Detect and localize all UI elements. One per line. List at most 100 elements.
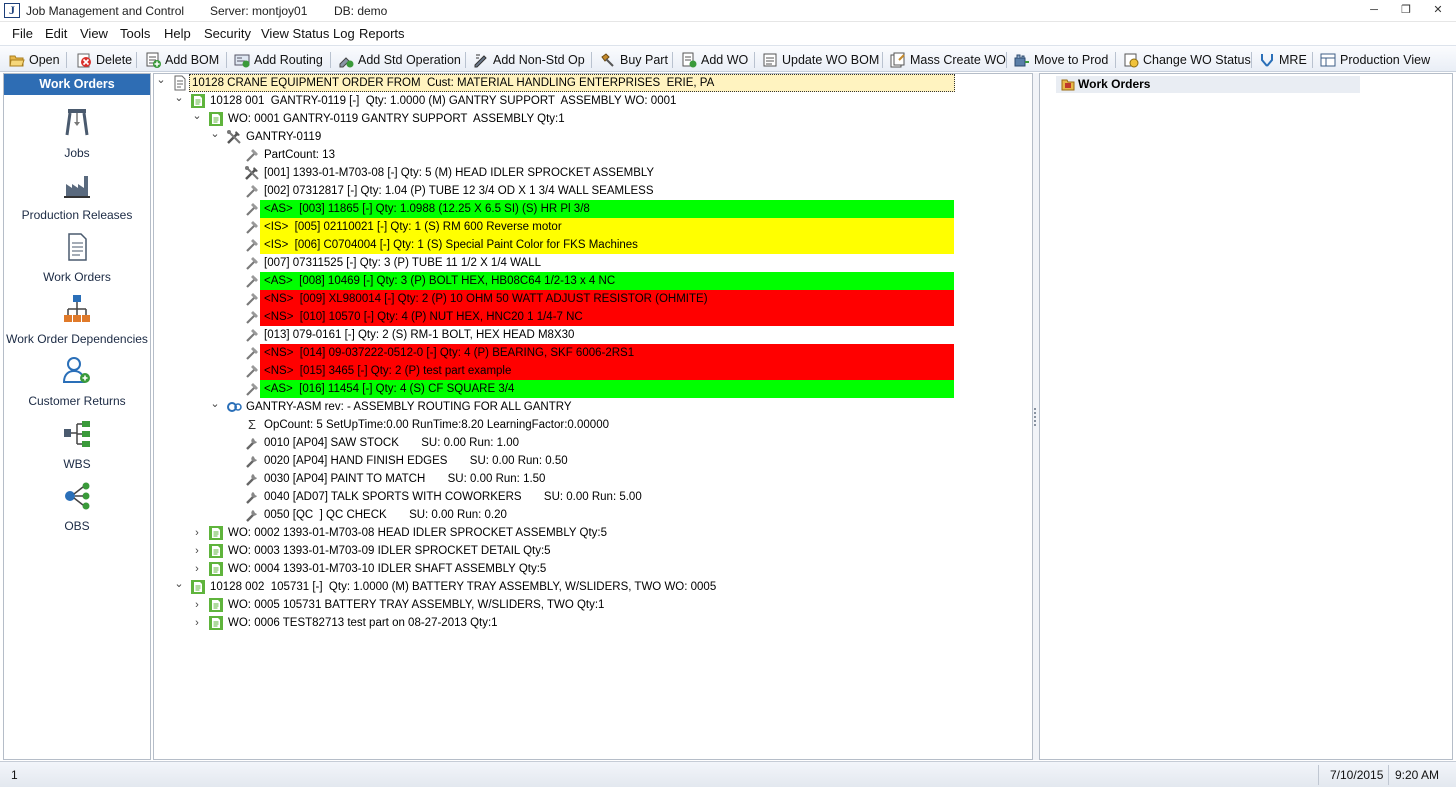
- nav-work-order-dependencies[interactable]: Work Order Dependencies: [4, 290, 150, 348]
- tree-row[interactable]: <AS> [008] 10469 [-] Qty: 3 (P) BOLT HEX…: [154, 272, 1032, 290]
- add-std-operation-button[interactable]: Add Std Operation: [338, 50, 461, 69]
- change-wo-status-button[interactable]: Change WO Status: [1123, 50, 1251, 69]
- tree-row[interactable]: <IS> [006] C0704004 [-] Qty: 1 (S) Speci…: [154, 236, 1032, 254]
- update-wo-bom-button[interactable]: Update WO BOM: [762, 50, 879, 69]
- tree-row[interactable]: [001] 1393-01-M703-08 [-] Qty: 5 (M) HEA…: [154, 164, 1032, 182]
- menu-file[interactable]: File: [12, 26, 33, 41]
- window-title: Job Management and Control: [26, 4, 185, 18]
- restore-button[interactable]: ❐: [1394, 2, 1418, 19]
- tree-row[interactable]: <NS> [010] 10570 [-] Qty: 4 (P) NUT HEX,…: [154, 308, 1032, 326]
- tree-row[interactable]: 0030 [AP04] PAINT TO MATCH SU: 0.00 Run:…: [154, 470, 1032, 488]
- nav-obs[interactable]: OBS: [4, 477, 150, 535]
- toolbar-separator: [226, 52, 227, 68]
- nav-production-releases[interactable]: Production Releases: [4, 166, 150, 224]
- green-document-icon: [190, 579, 206, 595]
- menu-tools[interactable]: Tools: [120, 26, 150, 41]
- menu-help[interactable]: Help: [164, 26, 191, 41]
- menu-view[interactable]: View: [80, 26, 108, 41]
- tree-row-label: 0050 [QC ] QC CHECK SU: 0.00 Run: 0.20: [264, 509, 507, 521]
- tree-row[interactable]: 0010 [AP04] SAW STOCK SU: 0.00 Run: 1.00: [154, 434, 1032, 452]
- minimize-button[interactable]: ─: [1362, 2, 1386, 19]
- tree-row[interactable]: Σ OpCount: 5 SetUpTime:0.00 RunTime:8.20 …: [154, 416, 1032, 434]
- nav-customer-returns[interactable]: Customer Returns: [4, 352, 150, 410]
- tree-row[interactable]: <NS> [015] 3465 [-] Qty: 2 (P) test part…: [154, 362, 1032, 380]
- green-document-icon: [208, 561, 224, 577]
- expand-toggle[interactable]: ›: [192, 542, 202, 560]
- menu-security[interactable]: Security: [204, 26, 251, 41]
- menu-reports[interactable]: Reports: [359, 26, 405, 41]
- mre-button[interactable]: MRE: [1259, 50, 1307, 69]
- tree-row[interactable]: 0050 [QC ] QC CHECK SU: 0.00 Run: 0.20: [154, 506, 1032, 524]
- tree-row[interactable]: <AS> [003] 11865 [-] Qty: 1.0988 (12.25 …: [154, 200, 1032, 218]
- expand-toggle[interactable]: ›: [192, 524, 202, 542]
- nav-work-orders[interactable]: Work Orders: [4, 228, 150, 286]
- tree-row[interactable]: ⌄ 10128 002 105731 [-] Qty: 1.0000 (M) BA…: [154, 578, 1032, 596]
- collapse-toggle[interactable]: ⌄: [210, 398, 220, 416]
- mass-create-wo-icon: [890, 52, 906, 68]
- toolbar-separator: [465, 52, 466, 68]
- menu-view-status-log[interactable]: View Status Log: [261, 26, 355, 41]
- hammer-icon: [244, 201, 260, 217]
- tree-row[interactable]: 0040 [AD07] TALK SPORTS WITH COWORKERS S…: [154, 488, 1032, 506]
- mre-label: MRE: [1279, 52, 1307, 67]
- delete-button[interactable]: Delete: [76, 50, 132, 69]
- tree-row[interactable]: ⌄ GANTRY-ASM rev: - ASSEMBLY ROUTING FOR …: [154, 398, 1032, 416]
- right-tree-root[interactable]: Work Orders: [1056, 76, 1360, 93]
- tree-row[interactable]: › WO: 0005 105731 BATTERY TRAY ASSEMBLY, …: [154, 596, 1032, 614]
- buy-part-label: Buy Part: [620, 52, 668, 67]
- add-bom-icon: [145, 52, 161, 68]
- job-document-icon: [172, 75, 188, 91]
- tree-row[interactable]: <IS> [005] 02110021 [-] Qty: 1 (S) RM 60…: [154, 218, 1032, 236]
- tree-row[interactable]: [002] 07312817 [-] Qty: 1.04 (P) TUBE 12…: [154, 182, 1032, 200]
- add-bom-button[interactable]: Add BOM: [145, 50, 219, 69]
- tree-row[interactable]: [013] 079-0161 [-] Qty: 2 (S) RM-1 BOLT,…: [154, 326, 1032, 344]
- buy-part-button[interactable]: Buy Part: [600, 50, 668, 69]
- tree-row[interactable]: ⌄ 10128 001 GANTRY-0119 [-] Qty: 1.0000 (…: [154, 92, 1032, 110]
- green-document-icon: [208, 543, 224, 559]
- menu-edit[interactable]: Edit: [45, 26, 67, 41]
- add-wo-label: Add WO: [701, 52, 749, 67]
- tree-row[interactable]: › WO: 0003 1393-01-M703-09 IDLER SPROCKET…: [154, 542, 1032, 560]
- add-non-std-op-button[interactable]: Add Non-Std Op: [473, 50, 585, 69]
- mre-icon: [1259, 52, 1275, 68]
- expand-toggle[interactable]: ›: [192, 560, 202, 578]
- obs-icon: [62, 481, 92, 511]
- nav-jobs[interactable]: Jobs: [4, 104, 150, 162]
- tree-row[interactable]: PartCount: 13: [154, 146, 1032, 164]
- delete-label: Delete: [96, 52, 133, 67]
- tree-row[interactable]: <NS> [014] 09-037222-0512-0 [-] Qty: 4 (…: [154, 344, 1032, 362]
- tree-row[interactable]: › WO: 0002 1393-01-M703-08 HEAD IDLER SPR…: [154, 524, 1032, 542]
- collapse-toggle[interactable]: ⌄: [210, 128, 220, 146]
- add-routing-button[interactable]: Add Routing: [234, 50, 323, 69]
- collapse-toggle[interactable]: ⌄: [156, 74, 166, 92]
- close-button[interactable]: ✕: [1426, 2, 1450, 19]
- nav-work-orders-label: Work Orders: [43, 270, 111, 284]
- production-view-button[interactable]: Production View: [1320, 50, 1430, 69]
- tree-row[interactable]: › WO: 0006 TEST82713 test part on 08-27-2…: [154, 614, 1032, 632]
- tree-row[interactable]: ⌄ 10128 CRANE EQUIPMENT ORDER FROM Cust: …: [154, 74, 1032, 92]
- collapse-toggle[interactable]: ⌄: [174, 578, 184, 596]
- tree-row[interactable]: <NS> [009] XL980014 [-] Qty: 2 (P) 10 OH…: [154, 290, 1032, 308]
- add-bom-label: Add BOM: [165, 52, 220, 67]
- collapse-toggle[interactable]: ⌄: [192, 110, 202, 128]
- open-button[interactable]: Open: [9, 50, 60, 69]
- tree-row[interactable]: ⌄ GANTRY-0119: [154, 128, 1032, 146]
- work-order-tree[interactable]: ⌄ 10128 CRANE EQUIPMENT ORDER FROM Cust: …: [153, 73, 1033, 760]
- expand-toggle[interactable]: ›: [192, 614, 202, 632]
- tree-row[interactable]: <AS> [016] 11454 [-] Qty: 4 (S) CF SQUAR…: [154, 380, 1032, 398]
- nav-wbs[interactable]: WBS: [4, 415, 150, 473]
- expand-toggle[interactable]: ›: [192, 596, 202, 614]
- tree-row[interactable]: › WO: 0004 1393-01-M703-10 IDLER SHAFT AS…: [154, 560, 1032, 578]
- tree-row[interactable]: [007] 07311525 [-] Qty: 3 (P) TUBE 11 1/…: [154, 254, 1032, 272]
- add-non-std-op-icon: [473, 52, 489, 68]
- mass-create-wo-button[interactable]: Mass Create WO: [890, 50, 1006, 69]
- update-wo-bom-label: Update WO BOM: [782, 52, 880, 67]
- collapse-toggle[interactable]: ⌄: [174, 92, 184, 110]
- tree-row[interactable]: 0020 [AP04] HAND FINISH EDGES SU: 0.00 R…: [154, 452, 1032, 470]
- green-document-icon: [190, 93, 206, 109]
- move-to-prod-button[interactable]: Move to Prod: [1014, 50, 1108, 69]
- hammer-icon: [244, 345, 260, 361]
- jobs-icon: [62, 106, 92, 136]
- tree-row[interactable]: ⌄ WO: 0001 GANTRY-0119 GANTRY SUPPORT ASS…: [154, 110, 1032, 128]
- add-wo-button[interactable]: Add WO: [681, 50, 748, 69]
